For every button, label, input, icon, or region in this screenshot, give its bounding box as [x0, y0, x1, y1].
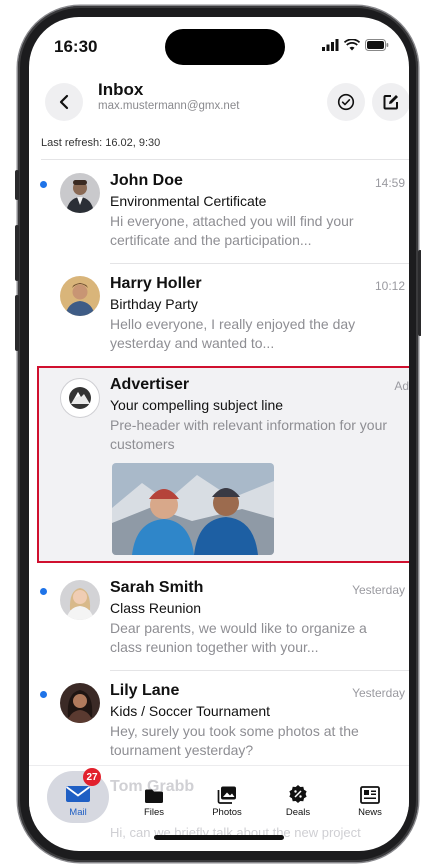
dynamic-island [165, 29, 285, 65]
avatar [60, 580, 100, 620]
volume-down-button [15, 295, 19, 351]
compose-icon [383, 95, 398, 110]
last-refresh: Last refresh: 16.02, 9:30 [41, 137, 161, 149]
account-email: max.mustermann@gmx.net [98, 100, 240, 112]
message-time: Yesterday [352, 583, 405, 597]
unread-dot [40, 181, 47, 188]
tab-label: Deals [285, 807, 311, 818]
sender-name: John Doe [110, 172, 183, 189]
sender-name: Harry Holler [110, 275, 202, 292]
check-circle-icon [337, 93, 355, 111]
unread-dot [40, 691, 47, 698]
signal-icon [322, 39, 339, 51]
compose-button[interactable] [372, 83, 409, 121]
message-time: 14:59 [374, 176, 405, 190]
advertiser-logo [60, 378, 100, 418]
mail-icon [65, 786, 91, 802]
list-item[interactable]: Harry Holler 10:12 Birthday Party Hello … [29, 271, 409, 366]
tab-label: Photos [212, 807, 242, 818]
list-item[interactable]: Sarah Smith Yesterday Class Reunion Dear… [29, 575, 409, 671]
sender-name: Sarah Smith [110, 579, 204, 596]
message-subject: Kids / Soccer Tournament [110, 703, 271, 719]
tab-photos[interactable]: Photos [197, 766, 257, 826]
tab-label: Files [143, 807, 165, 818]
battery-icon [365, 39, 389, 51]
select-button[interactable] [327, 83, 365, 121]
message-subject: Birthday Party [110, 296, 198, 312]
ad-item[interactable]: Advertiser Ad Your compelling subject li… [37, 366, 409, 563]
ad-tag: Ad [394, 379, 409, 393]
unread-dot [40, 588, 47, 595]
silent-switch [15, 170, 19, 200]
list-item[interactable]: Lily Lane Yesterday Kids / Soccer Tourna… [29, 678, 409, 773]
unread-count-badge: 27 [83, 768, 101, 786]
divider [110, 263, 409, 264]
deals-icon [289, 785, 307, 803]
chevron-left-icon [59, 94, 69, 110]
tab-deals[interactable]: Deals [268, 766, 328, 826]
volume-up-button [15, 225, 19, 281]
message-subject: Class Reunion [110, 600, 202, 616]
page-title: Inbox [98, 80, 144, 99]
message-time: Yesterday [352, 686, 405, 700]
photos-icon [217, 786, 236, 804]
message-subject: Your compelling subject line [110, 397, 284, 413]
avatar [60, 276, 100, 316]
screen: 16:30 Inbox max.mustermann@gmx.net Last … [29, 17, 409, 851]
home-indicator [154, 835, 284, 840]
divider [41, 159, 409, 160]
list-item[interactable]: John Doe 14:59 Environmental Certificate… [29, 168, 409, 264]
avatar [60, 173, 100, 213]
tab-news[interactable]: News [340, 766, 400, 826]
back-button[interactable] [45, 83, 83, 121]
tab-files[interactable]: Files [124, 766, 184, 826]
tab-label: News [358, 807, 382, 818]
message-preview: Hello everyone, I really enjoyed the day… [110, 316, 356, 351]
message-time: 10:12 [374, 279, 405, 293]
status-time: 16:30 [54, 37, 98, 56]
tab-label: Mail [69, 807, 87, 818]
wifi-icon [344, 39, 360, 51]
message-subject: Environmental Certificate [110, 193, 267, 209]
avatar [60, 683, 100, 723]
divider [110, 670, 409, 671]
sender-name: Advertiser [110, 376, 190, 393]
message-preview: Pre-header with relevant information for… [110, 417, 388, 452]
ad-image [112, 463, 274, 555]
news-icon [360, 786, 380, 804]
folder-icon [145, 789, 163, 803]
message-preview: Dear parents, we would like to organize … [110, 620, 367, 655]
tab-bar: Tom Grabb Mail 27 Files Photos Deals New… [29, 765, 409, 830]
status-icons [322, 39, 389, 51]
message-preview: Hey, surely you took some photos at the … [110, 723, 359, 758]
sender-name: Lily Lane [110, 682, 180, 699]
message-preview: Hi everyone, attached you will find your… [110, 213, 354, 248]
